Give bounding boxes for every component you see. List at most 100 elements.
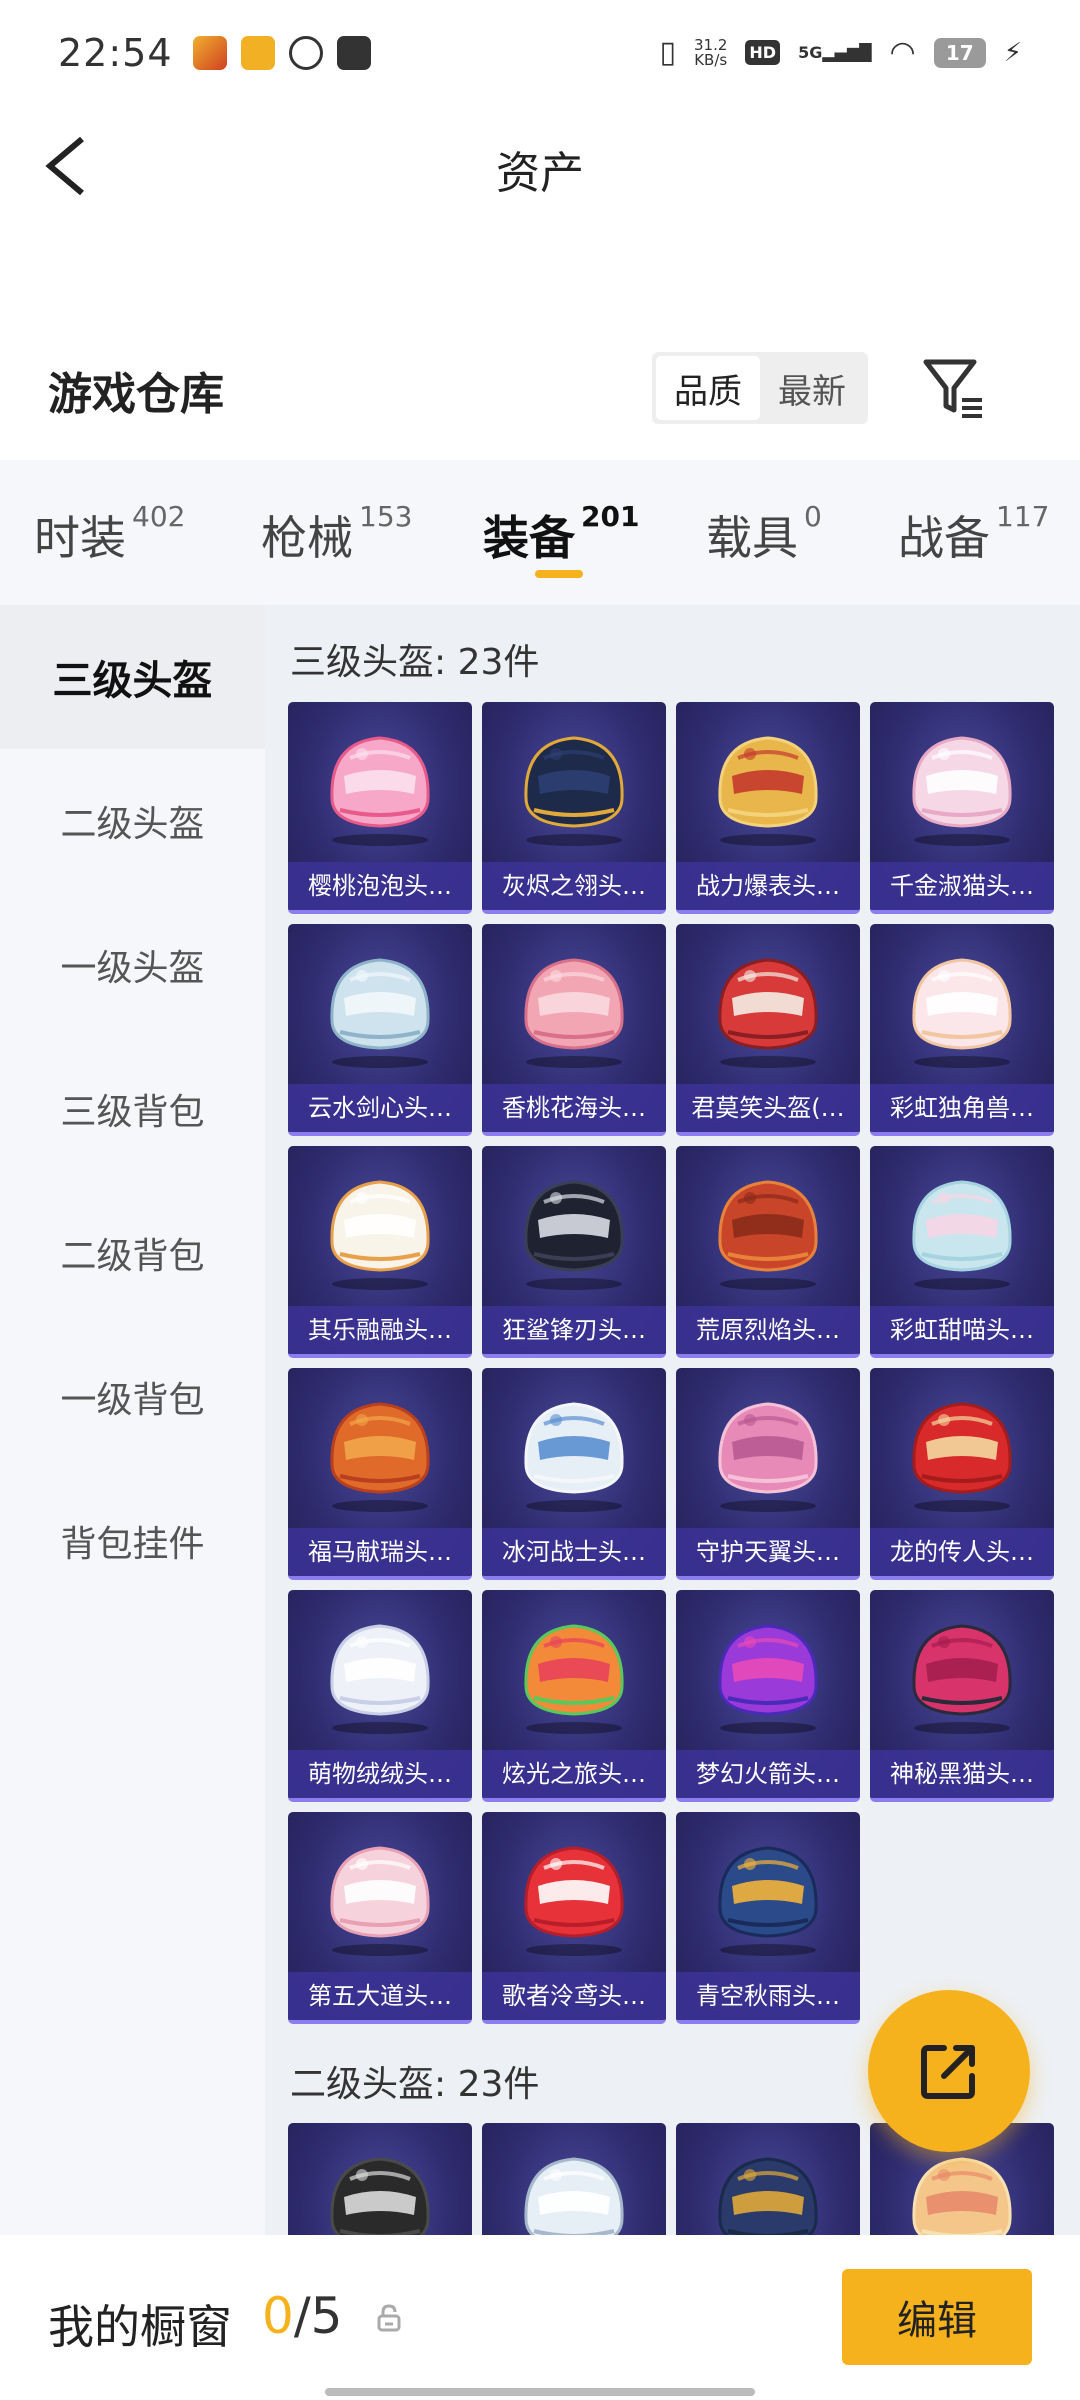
helmet-image — [524, 1402, 624, 1512]
item-card[interactable]: 梦幻火箭头… — [676, 1590, 860, 1802]
warehouse-title: 游戏仓库 — [48, 369, 224, 420]
shop-window-count: 0/5 — [262, 2287, 342, 2345]
tab-supplies[interactable]: 战备 117 — [898, 500, 1050, 568]
sort-quality-option[interactable]: 品质 — [656, 356, 760, 420]
tab-count: 402 — [132, 500, 186, 533]
item-card[interactable]: 战力爆表头… — [676, 702, 860, 914]
item-card[interactable]: 青空秋雨头… — [676, 1812, 860, 2024]
item-card[interactable]: 彩虹甜喵头… — [870, 1146, 1054, 1358]
tab-label: 枪械 — [261, 511, 353, 565]
battery-icon: 17 — [933, 37, 986, 68]
tab-count: 117 — [996, 500, 1050, 533]
item-name: 云水剑心头… — [288, 1084, 472, 1132]
shop-window-current: 0 — [262, 2287, 294, 2345]
page-title: 资产 — [496, 148, 584, 199]
sub-category-sidebar: 三级头盔 二级头盔 一级头盔 三级背包 二级背包 一级背包 背包挂件 — [0, 605, 265, 2235]
item-name: 荒原烈焰头… — [676, 1306, 860, 1354]
filter-icon — [923, 359, 982, 418]
game-app-icon — [192, 35, 227, 70]
helmet-image — [330, 736, 430, 846]
item-name: 香桃花海头… — [482, 1084, 666, 1132]
helmet-image — [524, 2157, 624, 2235]
item-card[interactable]: 彩虹独角兽… — [870, 924, 1054, 1136]
helmet-image — [912, 1402, 1012, 1512]
tab-weapons[interactable]: 枪械 153 — [261, 500, 413, 568]
helmet-image — [912, 1180, 1012, 1290]
item-card[interactable]: 香桃花海头… — [482, 924, 666, 1136]
item-card[interactable]: 第五大道头… — [288, 1812, 472, 2024]
sidebar-item-level1-helmet[interactable]: 一级头盔 — [0, 893, 265, 1037]
item-card[interactable]: 冰河战士头… — [482, 1368, 666, 1580]
helmet-image — [718, 1402, 818, 1512]
helmet-image — [524, 1180, 624, 1290]
item-card[interactable]: 歌者泠鸢头… — [482, 1812, 666, 2024]
item-name: 君莫笑头盔(… — [676, 1084, 860, 1132]
tab-count: 153 — [359, 500, 413, 533]
section-title: 二级头盔: 23件 — [290, 2064, 540, 2105]
sidebar-item-level1-backpack[interactable]: 一级背包 — [0, 1325, 265, 1469]
item-card[interactable]: 灰烬之翎头… — [482, 702, 666, 914]
item-card[interactable]: 千金淑猫头… — [870, 702, 1054, 914]
item-name: 战力爆表头… — [676, 862, 860, 910]
helmet-image — [524, 1846, 624, 1956]
tab-label: 载具 — [706, 511, 798, 565]
item-card[interactable] — [676, 2123, 860, 2235]
item-card[interactable]: 炫光之旅头… — [482, 1590, 666, 1802]
item-card[interactable] — [482, 2123, 666, 2235]
helmet-image — [524, 1624, 624, 1734]
sidebar-item-level3-backpack[interactable]: 三级背包 — [0, 1037, 265, 1181]
item-card[interactable]: 其乐融融头… — [288, 1146, 472, 1358]
tab-vehicles[interactable]: 载具 0 — [706, 500, 822, 568]
item-card[interactable]: 萌物绒绒头… — [288, 1590, 472, 1802]
sort-newest-option[interactable]: 最新 — [760, 356, 864, 420]
sidebar-item-level2-backpack[interactable]: 二级背包 — [0, 1181, 265, 1325]
helmet-image — [524, 736, 624, 846]
status-bar: 22:54 ▯ 31.2 KB/s HD 5G▂▄▆█ ◠ 17 ⚡ — [0, 0, 1080, 105]
helmet-image — [718, 958, 818, 1068]
home-indicator — [325, 2388, 755, 2396]
item-name: 炫光之旅头… — [482, 1750, 666, 1798]
item-name: 樱桃泡泡头… — [288, 862, 472, 910]
share-icon — [921, 2045, 975, 2099]
active-tab-indicator — [535, 570, 583, 578]
sidebar-item-level2-helmet[interactable]: 二级头盔 — [0, 749, 265, 893]
tab-equipment[interactable]: 装备 201 — [483, 500, 640, 568]
share-button[interactable] — [868, 1990, 1030, 2152]
item-name: 守护天翼头… — [676, 1528, 860, 1576]
item-card[interactable]: 龙的传人头… — [870, 1368, 1054, 1580]
wifi-icon: ◠ — [889, 35, 916, 70]
tab-label: 战备 — [898, 511, 990, 565]
item-card[interactable] — [288, 2123, 472, 2235]
item-name: 萌物绒绒头… — [288, 1750, 472, 1798]
item-card[interactable]: 福马献瑞头… — [288, 1368, 472, 1580]
hd-badge: HD — [745, 40, 781, 65]
tab-fashion[interactable]: 时装 402 — [34, 500, 186, 568]
item-card[interactable]: 樱桃泡泡头… — [288, 702, 472, 914]
item-name: 梦幻火箭头… — [676, 1750, 860, 1798]
filter-button[interactable] — [920, 352, 986, 424]
tab-count: 201 — [581, 500, 640, 533]
item-name: 冰河战士头… — [482, 1528, 666, 1576]
item-card[interactable]: 荒原烈焰头… — [676, 1146, 860, 1358]
item-name: 彩虹独角兽… — [870, 1084, 1054, 1132]
edit-button[interactable]: 编辑 — [842, 2269, 1032, 2365]
sort-toggle: 品质 最新 — [652, 352, 868, 424]
item-card[interactable]: 神秘黑猫头… — [870, 1590, 1054, 1802]
item-name: 歌者泠鸢头… — [482, 1972, 666, 2020]
sidebar-item-level3-helmet[interactable]: 三级头盔 — [0, 605, 265, 749]
item-name: 青空秋雨头… — [676, 1972, 860, 2020]
helmet-image — [912, 1624, 1012, 1734]
net-speed: 31.2 KB/s — [694, 37, 727, 68]
item-card[interactable]: 守护天翼头… — [676, 1368, 860, 1580]
shop-window-title: 我的橱窗 — [48, 2300, 232, 2354]
sidebar-item-backpack-pendant[interactable]: 背包挂件 — [0, 1469, 265, 1613]
item-name: 第五大道头… — [288, 1972, 472, 2020]
item-card[interactable]: 君莫笑头盔(… — [676, 924, 860, 1136]
item-card[interactable]: 狂鲨锋刃头… — [482, 1146, 666, 1358]
helmet-image — [912, 958, 1012, 1068]
helmet-image — [718, 736, 818, 846]
cloud-app-icon — [288, 35, 323, 70]
section-title: 三级头盔: 23件 — [290, 642, 540, 683]
item-card[interactable]: 云水剑心头… — [288, 924, 472, 1136]
status-time: 22:54 — [58, 30, 173, 75]
